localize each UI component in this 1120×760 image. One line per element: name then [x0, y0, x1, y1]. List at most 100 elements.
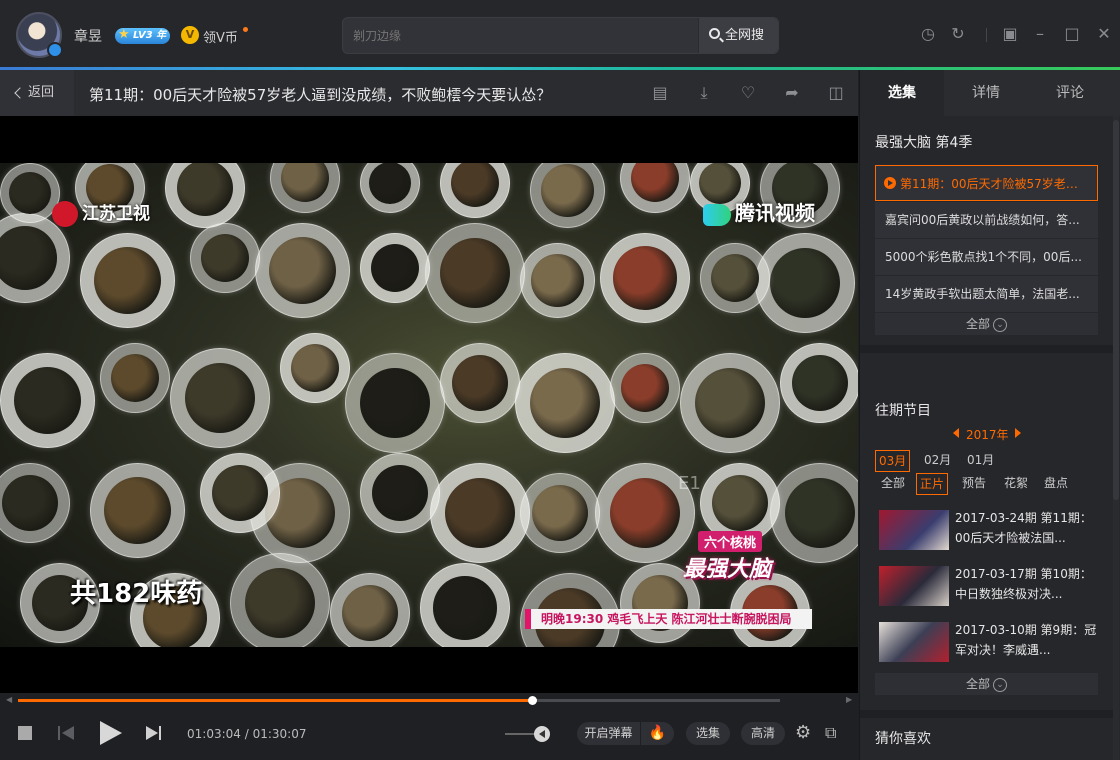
search-button-label: 全网搜 — [725, 28, 765, 43]
herb-pile — [541, 164, 594, 217]
next-year-arrow-icon[interactable] — [1015, 428, 1021, 438]
total-time: 01:30:07 — [252, 727, 307, 741]
herb-pile — [94, 247, 161, 314]
past-episode-item[interactable]: 2017-03-17期 第10期： 中日数独终极对决... — [875, 564, 1098, 608]
filter-full-episode[interactable]: 正片 — [916, 473, 949, 495]
episode-thumbnail — [879, 622, 949, 662]
progress-bar-area: ◀ ▶ — [0, 693, 858, 707]
herb-bowl — [770, 463, 858, 563]
stop-icon[interactable] — [18, 726, 32, 740]
gear-icon[interactable]: ⚙ — [795, 722, 811, 743]
top-bar: 章昱 LV3 年 V 领V币 全网搜 ◷ ↻ ▣ – □ ✕ — [0, 0, 1120, 68]
herb-pile — [791, 354, 849, 412]
progress-track[interactable] — [18, 696, 780, 705]
vcoin-icon[interactable]: V — [181, 26, 199, 44]
herb-pile — [244, 567, 316, 639]
quality-button[interactable]: 高清 — [741, 722, 785, 745]
herb-pile — [290, 343, 340, 393]
video-player[interactable]: E1 江苏卫视 腾讯视频 共182味药 六个核桃 最强大脑 明晚19:30 鸡毛… — [0, 116, 858, 693]
refresh-icon[interactable]: ↻ — [948, 24, 968, 44]
danmu-fire-icon[interactable]: 🔥 — [640, 722, 674, 745]
episode-item[interactable]: 嘉宾问00后黄政以前战绩如何，答... — [875, 202, 1098, 238]
platform-logo: 腾讯视频 — [703, 197, 815, 226]
search-input[interactable] — [353, 18, 693, 53]
share-icon[interactable]: ➦ — [781, 82, 803, 104]
tab-details[interactable]: 详情 — [944, 70, 1028, 116]
herb-pile — [451, 354, 509, 412]
herb-pile — [14, 367, 81, 434]
level-badge[interactable]: LV3 年 — [115, 27, 171, 44]
overlay-text: E1 — [678, 473, 701, 494]
filter-trailer[interactable]: 预告 — [959, 473, 989, 495]
vcoin-link[interactable]: 领V币 — [203, 27, 238, 46]
herb-pile — [433, 576, 497, 640]
separator — [986, 28, 987, 42]
maximize-icon[interactable]: □ — [1062, 24, 1082, 44]
seek-back-arrow-icon[interactable]: ◀ — [6, 695, 12, 704]
channel-logo-text: 江苏卫视 — [82, 204, 150, 224]
past-episode-text: 2017-03-10期 第9期：冠 军对决！李威遇... — [955, 620, 1098, 660]
mini-player-icon[interactable]: ▣ — [1000, 24, 1020, 44]
filter-highlights[interactable]: 花絮 — [1001, 473, 1031, 495]
progress-fill — [18, 699, 533, 702]
tencent-video-logo-icon — [703, 203, 731, 226]
episodes-button[interactable]: 选集 — [686, 722, 730, 745]
filter-recap[interactable]: 盘点 — [1041, 473, 1071, 495]
month-tab-01[interactable]: 01月 — [964, 450, 997, 472]
play-icon[interactable] — [100, 721, 122, 745]
past-episode-line2: 中日数独终极对决... — [955, 587, 1063, 601]
screenshot-icon[interactable]: ▤ — [649, 82, 671, 104]
sidebar-scrollbar[interactable] — [1113, 116, 1119, 760]
tab-comments[interactable]: 评论 — [1028, 70, 1112, 116]
herb-pile — [769, 247, 841, 319]
show-all-past-button[interactable]: 全部 ⌄ — [875, 673, 1098, 695]
promo-ticker: 明晚19:30 鸡毛飞上天 陈江河壮士断腕脱困局 — [525, 609, 812, 629]
back-button[interactable]: 返回 — [0, 70, 74, 116]
notification-dot — [243, 27, 248, 32]
fullscreen-icon[interactable]: ⧉ — [825, 723, 836, 743]
past-episode-item[interactable]: 2017-03-24期 第11期： 00后天才险被法国... — [875, 508, 1098, 552]
herb-pile — [0, 226, 57, 290]
past-episode-item[interactable]: 2017-03-10期 第9期：冠 军对决！李威遇... — [875, 620, 1098, 664]
danmu-toggle-button[interactable]: 开启弹幕 — [577, 722, 640, 745]
episode-item[interactable]: 14岁黄政手软出题太简单，法国老... — [875, 276, 1098, 312]
sidebar: 选集 详情 评论 最强大脑 第4季 第11期：00后天才险被57岁老人... 嘉… — [859, 70, 1120, 760]
past-episode-text: 2017-03-24期 第11期： 00后天才险被法国... — [955, 508, 1098, 548]
next-icon[interactable] — [146, 725, 164, 741]
favorite-add-icon[interactable]: ♡ — [737, 82, 759, 104]
previous-icon[interactable] — [58, 725, 76, 741]
herb-bowl — [330, 573, 410, 647]
month-tab-03[interactable]: 03月 — [875, 450, 911, 472]
show-all-episodes-button[interactable]: 全部 ⌄ — [875, 313, 1098, 335]
search-all-button[interactable]: 全网搜 — [698, 18, 778, 53]
month-tab-02[interactable]: 02月 — [921, 450, 954, 472]
video-caption: 共182味药 — [70, 579, 203, 609]
progress-handle[interactable] — [528, 696, 538, 705]
time-display: 01:03:04 / 01:30:07 — [187, 727, 307, 741]
herb-bowl — [90, 463, 185, 558]
herb-bowl — [165, 163, 245, 228]
tab-episodes[interactable]: 选集 — [860, 70, 944, 116]
close-icon[interactable]: ✕ — [1094, 24, 1114, 44]
cast-icon[interactable]: ◫ — [825, 82, 847, 104]
minimize-icon[interactable]: – — [1030, 24, 1050, 44]
sidebar-tabs: 选集 详情 评论 — [860, 70, 1120, 116]
herb-bowl — [620, 163, 690, 213]
current-time: 01:03:04 — [187, 727, 241, 741]
herb-pile — [450, 163, 500, 208]
herb-pile — [711, 474, 769, 532]
history-icon[interactable]: ◷ — [918, 24, 938, 44]
herb-bowl — [170, 348, 270, 448]
prev-year-arrow-icon[interactable] — [953, 428, 959, 438]
episode-item[interactable]: 5000个彩色散点找1个不同，00后... — [875, 239, 1098, 275]
download-icon[interactable]: ⤓ — [693, 82, 715, 104]
episode-item-active[interactable]: 第11期：00后天才险被57岁老人... — [875, 165, 1098, 201]
herb-bowl — [280, 333, 350, 403]
volume-icon[interactable] — [534, 726, 550, 742]
filter-all[interactable]: 全部 — [878, 473, 908, 495]
scrollbar-thumb[interactable] — [1113, 120, 1119, 500]
herb-bowl — [700, 243, 770, 313]
herb-pile — [613, 246, 677, 310]
username[interactable]: 章昱 — [74, 26, 102, 46]
seek-forward-arrow-icon[interactable]: ▶ — [846, 695, 852, 704]
